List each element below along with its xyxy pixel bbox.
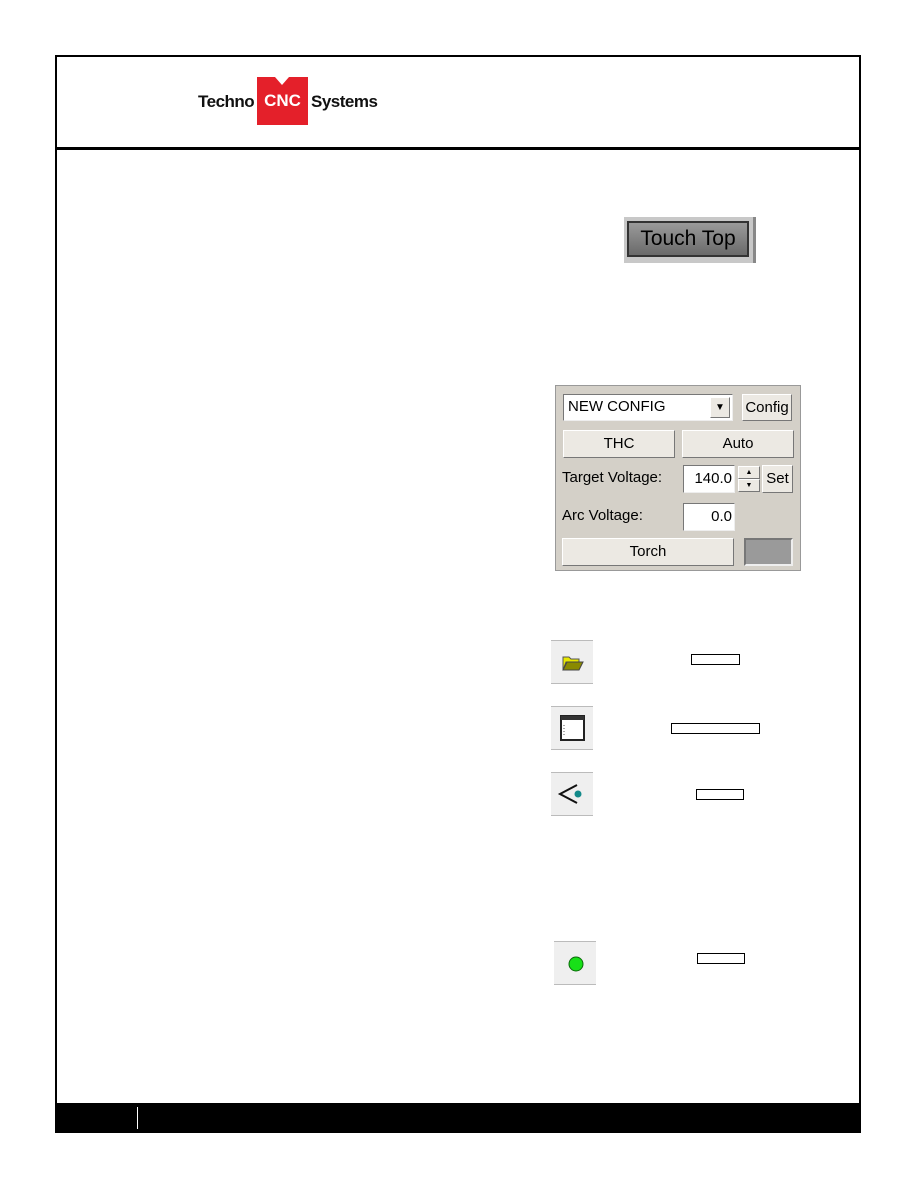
touch-top-label: Touch Top (627, 221, 749, 257)
logo-text-right: Systems (311, 92, 378, 111)
chevron-down-icon[interactable]: ▼ (710, 397, 730, 418)
torch-indicator (744, 538, 793, 566)
view-button[interactable] (551, 772, 593, 816)
touch-top-button[interactable]: Touch Top (624, 217, 756, 263)
auto-button[interactable]: Auto (682, 430, 794, 458)
manual-page: Techno CNC Systems Touch Top NEW CONFIG … (0, 0, 918, 1188)
config-select-value: NEW CONFIG (568, 398, 666, 415)
torch-button[interactable]: Torch (562, 538, 734, 566)
spin-down-icon[interactable]: ▼ (738, 479, 760, 492)
logo-red-block: CNC (257, 77, 308, 125)
spin-up-icon[interactable]: ▲ (738, 466, 760, 479)
label-box (696, 789, 744, 800)
green-led-icon (568, 956, 584, 972)
folder-open-icon (562, 656, 584, 671)
label-box (691, 654, 740, 665)
footer-bar (55, 1103, 861, 1133)
led-button[interactable] (554, 941, 596, 985)
config-select[interactable]: NEW CONFIG ▼ (563, 394, 733, 421)
thc-panel: NEW CONFIG ▼ Config THC Auto Target Volt… (555, 385, 801, 571)
thc-button[interactable]: THC (563, 430, 675, 458)
logo-text-mid: CNC (264, 91, 301, 110)
arc-voltage-value: 0.0 (683, 503, 735, 531)
target-voltage-input[interactable]: 140.0 (683, 465, 735, 493)
label-box (671, 723, 760, 734)
window-button[interactable] (551, 706, 593, 750)
config-button[interactable]: Config (742, 394, 792, 421)
eye-icon (557, 784, 582, 804)
target-voltage-label: Target Voltage: (562, 469, 663, 486)
logo-text-left: Techno (198, 92, 255, 111)
open-file-button[interactable] (551, 640, 593, 684)
header-divider (55, 147, 861, 150)
window-icon (560, 715, 585, 741)
arc-voltage-label: Arc Voltage: (562, 507, 643, 524)
label-box (697, 953, 745, 964)
set-button[interactable]: Set (762, 465, 793, 493)
